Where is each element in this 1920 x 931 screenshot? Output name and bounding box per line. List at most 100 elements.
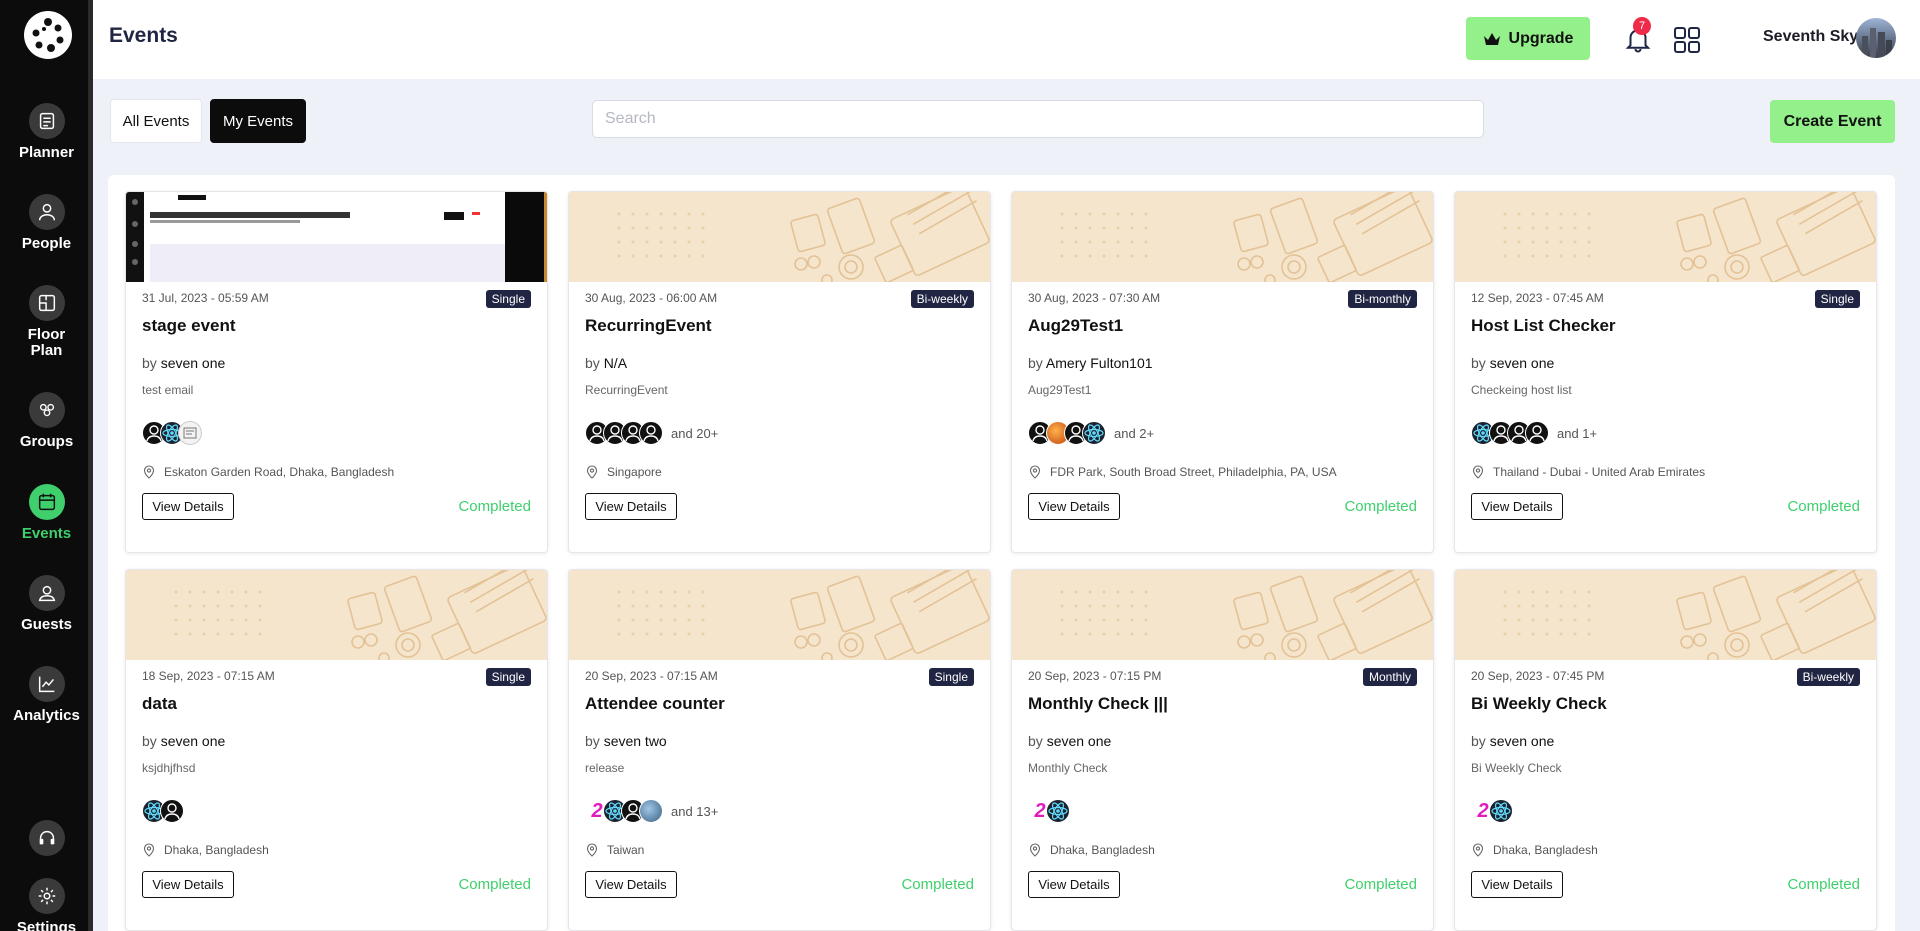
floorplan-icon [28,285,65,321]
location-pin-icon [586,465,598,479]
sidebar-item-people[interactable]: People [0,194,93,252]
host-name: Amery Fulton101 [1045,355,1153,371]
attendee-avatars: 2 [1028,799,1070,823]
location-pin-icon [1029,843,1041,857]
create-event-button[interactable]: Create Event [1770,100,1895,143]
view-details-button[interactable]: View Details [1028,493,1120,520]
event-title[interactable]: RecurringEvent [585,316,712,336]
person-avatar [639,421,663,445]
attendee-avatars [142,799,184,823]
location-pin-icon [1029,465,1041,479]
event-host: by seven one [1471,733,1554,749]
event-description: Monthly Check [1028,761,1108,775]
status-badge: Completed [1344,876,1417,893]
sidebar-item-events[interactable]: Events [0,484,93,542]
location-text: Singapore [607,465,662,479]
event-date: 20 Sep, 2023 - 07:15 AM [585,669,718,683]
event-title[interactable]: stage event [142,316,236,336]
attendee-more-count: and 13+ [671,803,719,819]
desk-illustration [1503,570,1876,660]
attendee-avatars: 2 [1471,799,1513,823]
host-prefix: by [1471,733,1486,749]
sidebar-item-settings[interactable]: Settings [0,878,93,931]
sidebar-item-label: Settings [16,919,77,931]
event-location: FDR Park, South Broad Street, Philadelph… [1028,465,1337,479]
event-cover-image [1012,192,1433,282]
app-logo[interactable] [24,11,72,59]
sidebar-item-floor-plan[interactable]: Floor Plan [0,285,93,359]
event-card[interactable]: 31 Jul, 2023 - 05:59 AM Single stage event… [125,191,548,553]
sidebar-item-label: Analytics [13,707,80,724]
event-title[interactable]: Attendee counter [585,694,725,714]
event-card[interactable]: 30 Aug, 2023 - 07:30 AM Bi-monthly Aug29Te… [1011,191,1434,553]
upgrade-button[interactable]: Upgrade [1466,17,1590,60]
host-name: N/A [603,355,628,371]
location-text: FDR Park, South Broad Street, Philadelph… [1050,465,1337,479]
view-details-button[interactable]: View Details [1028,871,1120,898]
event-card[interactable]: 18 Sep, 2023 - 07:15 AM Single data by seve… [125,569,548,931]
host-name: seven one [160,733,226,749]
event-card[interactable]: 20 Sep, 2023 - 07:15 PM Monthly Monthly Ch… [1011,569,1434,931]
view-details-button[interactable]: View Details [1471,871,1563,898]
desk-illustration [617,570,990,660]
status-badge: Completed [1787,876,1860,893]
person-avatar [1525,421,1549,445]
event-date: 20 Sep, 2023 - 07:15 PM [1028,669,1162,683]
event-title[interactable]: Aug29Test1 [1028,316,1123,336]
event-host: by N/A [585,355,627,371]
event-host: by seven one [1471,355,1554,371]
host-name: seven one [160,355,226,371]
event-card[interactable]: 20 Sep, 2023 - 07:45 PM Bi-weekly Bi Weekl… [1454,569,1877,931]
recurrence-badge: Monthly [1362,668,1417,686]
avatar-cityscape-icon [1862,28,1892,58]
tab-my-events[interactable]: My Events [210,99,306,143]
sidebar-item-support[interactable] [0,820,93,856]
attendee-more-count: and 2+ [1114,425,1155,441]
event-card[interactable]: 20 Sep, 2023 - 07:15 AM Single Attendee co… [568,569,991,931]
event-host: by seven two [585,733,667,749]
tab-all-events[interactable]: All Events [110,99,202,143]
event-title[interactable]: Monthly Check ||| [1028,694,1168,714]
event-title[interactable]: Host List Checker [1471,316,1616,336]
desk-illustration [1060,192,1433,282]
location-pin-icon [143,843,155,857]
user-name[interactable]: Seventh Sky [1763,28,1858,46]
sidebar-item-groups[interactable]: Groups [0,392,93,450]
view-details-button[interactable]: View Details [142,871,234,898]
host-prefix: by [1028,733,1043,749]
event-location: Dhaka, Bangladesh [1471,843,1598,857]
view-details-button[interactable]: View Details [142,493,234,520]
event-host: by seven one [142,733,225,749]
react-logo-avatar [1489,799,1513,823]
view-details-button[interactable]: View Details [585,871,677,898]
location-pin-icon [586,843,598,857]
apps-grid-icon[interactable] [1673,26,1701,54]
status-badge: Completed [1344,498,1417,515]
event-title[interactable]: Bi Weekly Check [1471,694,1607,714]
recurrence-badge: Bi-weekly [910,290,974,308]
groups-icon [28,392,65,428]
sidebar-item-guests[interactable]: Guests [0,575,93,633]
view-details-button[interactable]: View Details [585,493,677,520]
location-pin-icon [143,465,155,479]
event-host: by Amery Fulton101 [1028,355,1153,371]
event-title[interactable]: data [142,694,177,714]
recurrence-badge: Single [928,668,974,686]
logo-dots-icon [32,18,64,52]
sidebar-item-label: Groups [19,433,74,450]
sidebar-item-analytics[interactable]: Analytics [0,666,93,724]
event-description: test email [142,383,194,397]
event-card[interactable]: 30 Aug, 2023 - 06:00 AM Bi-weekly Recurrin… [568,191,991,553]
host-prefix: by [142,733,157,749]
person-avatar [160,799,184,823]
search-input[interactable] [592,100,1484,138]
event-description: RecurringEvent [585,383,668,397]
view-details-button[interactable]: View Details [1471,493,1563,520]
event-host: by seven one [142,355,225,371]
event-location: Eskaton Garden Road, Dhaka, Bangladesh [142,465,394,479]
headset-icon [28,820,65,856]
avatar[interactable] [1856,18,1896,58]
event-card[interactable]: 12 Sep, 2023 - 07:45 AM Single Host List C… [1454,191,1877,553]
desk-illustration [174,570,547,660]
sidebar-item-planner[interactable]: Planner [0,103,93,161]
